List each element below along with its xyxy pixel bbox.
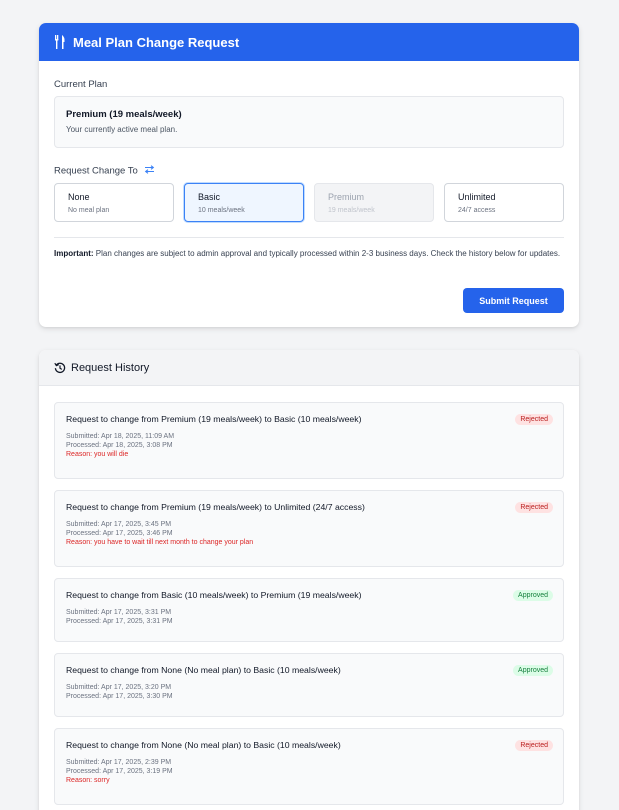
important-note: Important: Plan changes are subject to a… <box>54 248 564 261</box>
history-item: Request to change from None (No meal pla… <box>54 653 564 717</box>
plan-option-desc: 10 meals/week <box>198 207 245 214</box>
submitted-time: Submitted: Apr 17, 2025, 3:20 PM <box>66 684 172 691</box>
utensils-icon <box>54 35 66 49</box>
processed-time: Processed: Apr 18, 2025, 3:08 PM <box>66 442 173 449</box>
status-badge: Rejected <box>515 414 553 425</box>
history-item: Request to change from Basic (10 meals/w… <box>54 578 564 642</box>
card-header: Meal Plan Change Request <box>39 23 579 61</box>
history-item-title: Request to change from None (No meal pla… <box>66 665 341 675</box>
important-text: Plan changes are subject to admin approv… <box>95 249 561 258</box>
history-title: Request History <box>71 361 150 374</box>
history-item-title: Request to change from Premium (19 meals… <box>66 502 365 512</box>
submitted-time: Submitted: Apr 17, 2025, 3:45 PM <box>66 521 172 528</box>
plan-option-desc: 19 meals/week <box>328 207 375 214</box>
submitted-time: Submitted: Apr 18, 2025, 11:09 AM <box>66 433 175 440</box>
plan-option-none[interactable]: None No meal plan <box>54 183 174 222</box>
current-plan-name: Premium (19 meals/week) <box>66 109 182 120</box>
page-title: Meal Plan Change Request <box>73 34 240 50</box>
current-plan-label: Current Plan <box>54 79 108 90</box>
plan-option-name: None <box>68 192 90 202</box>
plan-option-basic[interactable]: Basic 10 meals/week <box>184 183 304 222</box>
plan-option-desc: No meal plan <box>68 207 110 214</box>
request-change-label: Request Change To <box>54 165 155 177</box>
status-badge: Approved <box>513 665 553 676</box>
request-history-card: Request History Request to change from P… <box>39 350 579 810</box>
status-badge: Approved <box>513 590 553 601</box>
plan-option-premium: Premium 19 meals/week <box>314 183 434 222</box>
history-list: Request to change from Premium (19 meals… <box>54 402 564 810</box>
rejection-reason: Reason: you have to wait till next month… <box>66 539 254 546</box>
processed-time: Processed: Apr 17, 2025, 3:46 PM <box>66 530 173 537</box>
submitted-time: Submitted: Apr 17, 2025, 2:39 PM <box>66 759 172 766</box>
divider <box>54 237 564 238</box>
status-badge: Rejected <box>515 502 553 513</box>
plan-option-desc: 24/7 access <box>458 207 496 214</box>
plan-option-name: Basic <box>198 192 221 202</box>
history-icon <box>54 362 66 374</box>
plan-option-unlimited[interactable]: Unlimited 24/7 access <box>444 183 564 222</box>
submit-request-button[interactable]: Submit Request <box>463 288 564 313</box>
plan-option-name: Unlimited <box>458 192 496 202</box>
history-item-title: Request to change from Premium (19 meals… <box>66 414 362 424</box>
history-item-title: Request to change from None (No meal pla… <box>66 740 341 750</box>
history-item: Request to change from Premium (19 meals… <box>54 402 564 479</box>
history-item: Request to change from Premium (19 meals… <box>54 490 564 567</box>
rejection-reason: Reason: you will die <box>66 451 129 458</box>
rejection-reason: Reason: sorry <box>66 777 110 784</box>
processed-time: Processed: Apr 17, 2025, 3:31 PM <box>66 618 173 625</box>
current-plan-box: Premium (19 meals/week) Your currently a… <box>54 96 564 148</box>
history-item: Request to change from None (No meal pla… <box>54 728 564 805</box>
request-change-text: Request Change To <box>54 165 138 177</box>
history-header: Request History <box>39 350 579 386</box>
history-item-title: Request to change from Basic (10 meals/w… <box>66 590 362 600</box>
submitted-time: Submitted: Apr 17, 2025, 3:31 PM <box>66 609 172 616</box>
meal-plan-change-card: Meal Plan Change Request Current Plan Pr… <box>39 23 579 327</box>
plan-option-name: Premium <box>328 192 365 202</box>
current-plan-note: Your currently active meal plan. <box>66 125 178 134</box>
swap-arrows-icon <box>144 165 155 177</box>
important-label: Important: <box>54 249 94 258</box>
plan-options: None No meal plan Basic 10 meals/week Pr… <box>54 183 564 222</box>
processed-time: Processed: Apr 17, 2025, 3:19 PM <box>66 768 173 775</box>
processed-time: Processed: Apr 17, 2025, 3:30 PM <box>66 693 173 700</box>
status-badge: Rejected <box>515 740 553 751</box>
